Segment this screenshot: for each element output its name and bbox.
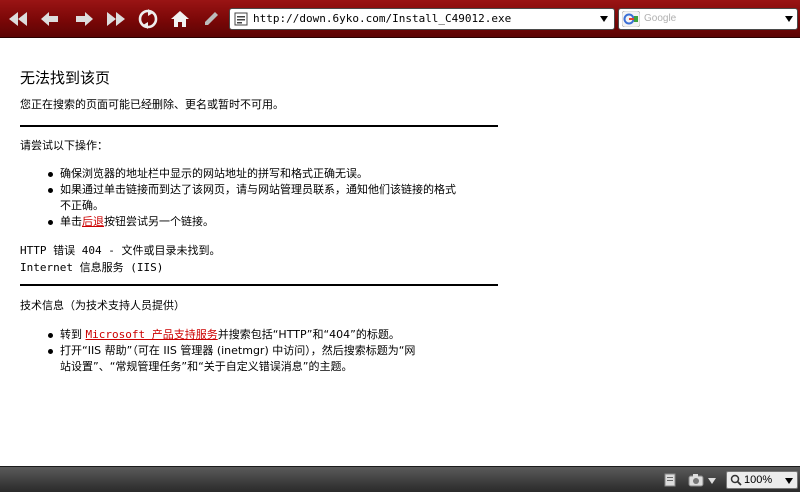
divider: [20, 125, 498, 127]
chevron-down-icon[interactable]: [708, 478, 716, 484]
error-code: HTTP 错误 404 - 文件或目录未找到。: [20, 244, 221, 257]
support-link[interactable]: Microsoft 产品支持服务: [86, 328, 218, 341]
browser-toolbar: http://down.6yko.com/Install_C49012.exe …: [0, 0, 800, 38]
try-list: 确保浏览器的地址栏中显示的网站地址的拼写和格式正确无误。 如果通过单击链接而到达…: [46, 166, 456, 230]
list-item: 转到 Microsoft 产品支持服务并搜索包括“HTTP”和“404”的标题。: [46, 327, 415, 343]
chevron-down-icon[interactable]: [785, 478, 793, 484]
zoom-control[interactable]: 100%: [726, 471, 798, 489]
address-text: http://down.6yko.com/Install_C49012.exe: [253, 12, 512, 25]
back-icon[interactable]: [38, 8, 62, 30]
edit-icon[interactable]: [199, 8, 223, 30]
list-item: 如果通过单击链接而到达了该网页，请与网站管理员联系，通知他们该链接的格式 不正确…: [46, 182, 456, 214]
tech-heading: 技术信息（为技术支持人员提供）: [20, 299, 185, 312]
tech-list: 转到 Microsoft 产品支持服务并搜索包括“HTTP”和“404”的标题。…: [46, 327, 415, 375]
address-bar[interactable]: http://down.6yko.com/Install_C49012.exe: [229, 8, 615, 30]
search-box[interactable]: Google: [618, 8, 798, 30]
back-link[interactable]: 后退: [82, 215, 104, 228]
page-subtitle: 您正在搜索的页面可能已经删除、更名或暂时不可用。: [20, 98, 284, 111]
divider: [20, 284, 498, 286]
home-icon[interactable]: [168, 8, 192, 30]
chevron-down-icon[interactable]: [600, 16, 608, 22]
zoom-icon: [730, 474, 742, 486]
rewind-icon[interactable]: [6, 8, 30, 30]
google-icon: [622, 11, 640, 27]
status-bar: 100%: [0, 466, 800, 492]
try-heading: 请尝试以下操作：: [20, 139, 108, 152]
list-item: 打开“IIS 帮助”（可在 IIS 管理器 (inetmgr) 中访问），然后搜…: [46, 343, 415, 375]
page-info-icon[interactable]: [662, 472, 678, 488]
chevron-down-icon[interactable]: [785, 16, 793, 22]
search-placeholder: Google: [644, 13, 677, 24]
fast-forward-icon[interactable]: [104, 8, 128, 30]
list-item: 单击后退按钮尝试另一个链接。: [46, 214, 456, 230]
list-item: 确保浏览器的地址栏中显示的网站地址的拼写和格式正确无误。: [46, 166, 456, 182]
page-icon: [234, 12, 248, 26]
error-source: Internet 信息服务 (IIS): [20, 261, 164, 274]
camera-icon[interactable]: [688, 472, 704, 488]
page-title: 无法找到该页: [20, 69, 111, 87]
zoom-level: 100%: [744, 474, 773, 486]
page-content: 无法找到该页 您正在搜索的页面可能已经删除、更名或暂时不可用。 请尝试以下操作：…: [0, 39, 800, 466]
refresh-icon[interactable]: [136, 8, 160, 30]
forward-icon[interactable]: [72, 8, 96, 30]
